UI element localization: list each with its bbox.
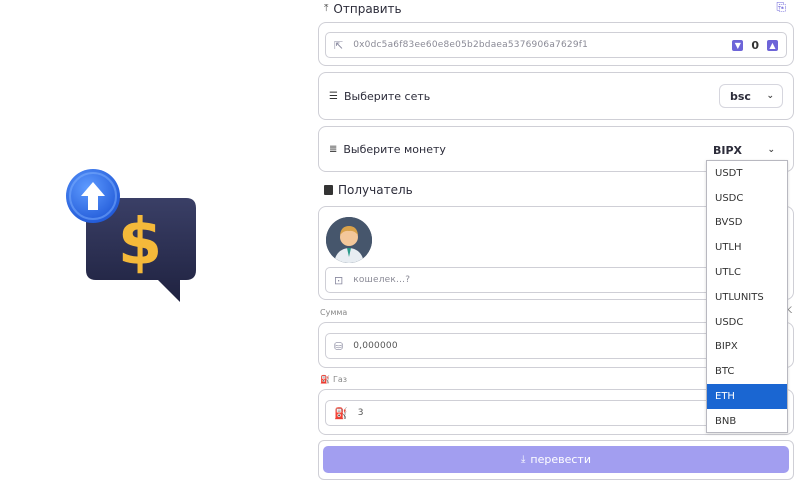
- money-chat-icon: $: [66, 169, 196, 302]
- increment-icon[interactable]: ▲: [767, 40, 778, 51]
- external-link-icon[interactable]: ⇱: [334, 40, 343, 51]
- avatar[interactable]: [326, 217, 372, 263]
- coin-option[interactable]: USDT: [707, 161, 787, 186]
- send-title: Отправить: [333, 2, 402, 16]
- network-selected: bsc: [730, 89, 751, 103]
- send-money-illustration: $: [62, 166, 202, 306]
- wallet-address-field[interactable]: ⇱ 0x0dc5a6f83ee60e8e05b2bdaea5376906a762…: [325, 32, 787, 58]
- network-card: ☰ Выберите сеть bsc ⌄: [318, 72, 794, 120]
- decrement-icon[interactable]: ▼: [732, 40, 744, 51]
- coin-option[interactable]: UTLUNITS: [707, 285, 787, 310]
- recipient-wallet-input: кошелек...?: [353, 275, 411, 285]
- coin-option[interactable]: UTLH: [707, 235, 787, 260]
- coin-option-highlighted[interactable]: ETH: [707, 384, 787, 409]
- wallet-address-text: 0x0dc5a6f83ee60e8e05b2bdaea5376906a7629f…: [353, 40, 589, 50]
- coin-option[interactable]: BIPX: [707, 335, 787, 360]
- coin-selected: BIPX: [713, 143, 743, 157]
- id-badge-icon: ⊡: [334, 273, 344, 287]
- coin-option[interactable]: BVSD: [707, 211, 787, 236]
- recipient-title: Получатель: [338, 183, 413, 197]
- svg-text:$: $: [118, 206, 163, 280]
- coin-option[interactable]: USDC: [707, 186, 787, 211]
- coin-option[interactable]: BTC: [707, 359, 787, 384]
- network-label: Выберите сеть: [343, 90, 431, 103]
- send-header: ⤒ Отправить: [324, 2, 402, 16]
- database-icon: ≣: [329, 143, 338, 155]
- fuel-icon: ⛽: [334, 406, 348, 420]
- counter-value: 0: [751, 39, 759, 52]
- coin-option[interactable]: USDC: [707, 310, 787, 335]
- coin-option[interactable]: UTLC: [707, 260, 787, 285]
- transfer-label: перевести: [530, 453, 591, 466]
- gas-label-row: ⛽ Газ: [320, 375, 347, 384]
- coin-select[interactable]: BIPX ⌄: [703, 138, 783, 162]
- user-avatar-icon: [326, 217, 372, 263]
- upload-icon: ⤒: [324, 3, 329, 14]
- coins-stack-icon: ⛁: [334, 339, 344, 353]
- recipient-header: Получатель: [324, 183, 413, 197]
- gas-label: Газ: [332, 375, 348, 384]
- network-select[interactable]: bsc ⌄: [719, 84, 783, 108]
- download-icon: ⤓: [521, 454, 526, 465]
- coin-label: Выберите монету: [343, 143, 446, 156]
- coin-label-row: ≣ Выберите монету: [329, 143, 446, 156]
- coin-option[interactable]: BNB: [707, 409, 787, 434]
- transfer-button[interactable]: ⤓ перевести: [323, 446, 789, 473]
- gas-pump-icon: ⛽: [320, 375, 330, 384]
- wallet-card: ⇱ 0x0dc5a6f83ee60e8e05b2bdaea5376906a762…: [318, 22, 794, 66]
- contact-card-icon: [324, 185, 333, 195]
- amount-label: Сумма: [320, 308, 348, 317]
- file-export-icon[interactable]: ⎘: [776, 0, 786, 15]
- gas-value: 3: [357, 408, 364, 418]
- network-label-row: ☰ Выберите сеть: [329, 90, 430, 103]
- chevron-down-icon: ⌄: [766, 91, 774, 101]
- amount-value: 0,000000: [353, 341, 398, 351]
- chevron-down-icon: ⌄: [767, 145, 775, 155]
- coin-dropdown-list: USDT USDC BVSD UTLH UTLC UTLUNITS USDC B…: [706, 160, 788, 433]
- server-icon: ☰: [329, 90, 338, 102]
